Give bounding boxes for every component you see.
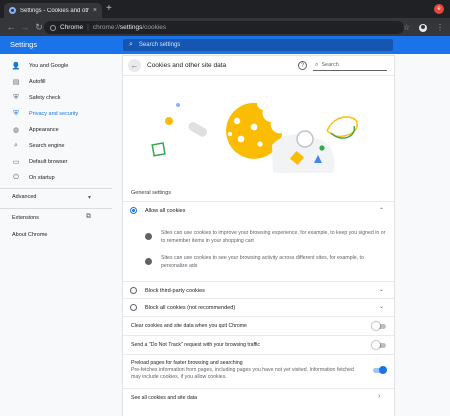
url-separator: | [87, 24, 89, 31]
sidebar-item-label: Default browser [29, 159, 68, 165]
block-third-party-label: Block third-party cookies [145, 288, 205, 294]
url-prefix: chrome:// [92, 24, 120, 31]
preload-toggle[interactable] [373, 366, 387, 374]
cookies-search-input[interactable]: ⌕ Search [313, 60, 387, 71]
chevron-down-icon[interactable]: ▾ [88, 194, 91, 201]
cookie-icon [145, 258, 152, 265]
sidebar-item-on-startup[interactable]: ⏻ On startup [0, 171, 120, 185]
sidebar-item-label: Search engine [29, 143, 65, 149]
search-placeholder: Search settings [138, 42, 181, 48]
sidebar-item-search-engine[interactable]: ⌕ Search engine [0, 139, 120, 153]
sidebar-item-you-and-google[interactable]: 👤 You and Google [0, 59, 120, 73]
preload-row[interactable]: Preload pages for faster browsing and se… [123, 354, 394, 388]
chevron-down-icon[interactable]: ⌄ [379, 286, 384, 293]
allow-all-radio[interactable] [130, 207, 137, 214]
sidebar-item-label: Appearance [29, 127, 59, 133]
avatar[interactable] [419, 23, 427, 32]
page-title: Settings [10, 40, 38, 49]
sidebar-item-autofill[interactable]: ▤ Autofill [0, 75, 120, 89]
sidebar-item-appearance[interactable]: ◍ Appearance [0, 123, 120, 137]
back-arrow-icon[interactable]: ← [128, 59, 141, 72]
divider [0, 188, 112, 189]
sidebar-advanced[interactable]: Advanced [12, 194, 36, 200]
card-header: ← Cookies and other site data ? ⌕ Search [123, 56, 394, 76]
do-not-track-toggle[interactable] [372, 341, 386, 349]
profile-badge[interactable]: e [434, 4, 444, 14]
search-icon: ⌕ [129, 41, 133, 48]
divider [0, 208, 112, 209]
browser-icon: ▭ [12, 159, 20, 166]
shield-lock-icon: ⛨ [13, 110, 19, 117]
block-third-party-radio[interactable] [130, 287, 137, 294]
site-info-icon[interactable] [50, 24, 56, 31]
sidebar-item-label: Autofill [29, 79, 46, 85]
chevron-up-icon[interactable]: ⌃ [379, 207, 384, 214]
toolbar-actions: ☆ ⋮ [403, 21, 444, 34]
block-all-label: Block all cookies (not recommended) [145, 305, 236, 311]
search-placeholder: Search [321, 62, 339, 68]
chevron-down-icon[interactable]: ⌄ [379, 303, 384, 310]
see-all-cookies-row[interactable]: See all cookies and site data › [123, 388, 394, 406]
clipboard-icon: ▤ [12, 79, 20, 86]
allow-all-description-1: Sites can use cookies to improve your br… [161, 230, 386, 244]
sidebar: 👤 You and Google ▤ Autofill ⛨ Safety che… [0, 54, 120, 416]
url-page: settings [119, 24, 143, 31]
close-tab-icon[interactable]: × [93, 7, 97, 14]
tab-strip: Settings - Cookies and oth × + e [0, 0, 450, 18]
sidebar-item-label: Privacy and security [29, 111, 79, 117]
forward-button[interactable]: → [18, 20, 32, 34]
cookies-card: ← Cookies and other site data ? ⌕ Search… [123, 56, 394, 416]
back-button[interactable]: ← [4, 20, 18, 34]
tab-settings[interactable]: Settings - Cookies and oth × [4, 3, 102, 18]
bookmark-star-icon[interactable]: ☆ [403, 23, 410, 32]
do-not-track-label: Send a "Do Not Track" request with your … [131, 342, 261, 348]
sidebar-extensions[interactable]: Extensions [12, 215, 39, 221]
allow-all-cookies-row[interactable]: Allow all cookies ⌃ Sites can use cookie… [123, 201, 394, 281]
chevron-right-icon[interactable]: › [378, 393, 380, 400]
block-third-party-row[interactable]: Block third-party cookies ⌄ [123, 281, 394, 298]
power-icon: ⏻ [13, 174, 19, 181]
block-all-row[interactable]: Block all cookies (not recommended) ⌄ [123, 298, 394, 316]
sidebar-item-label: You and Google [29, 63, 69, 69]
card-title: Cookies and other site data [147, 62, 227, 69]
settings-favicon-icon [9, 7, 16, 14]
sidebar-about-chrome[interactable]: About Chrome [12, 232, 47, 238]
sidebar-item-safety-check[interactable]: ⛨ Safety check [0, 91, 120, 105]
cookie-icon [145, 233, 152, 240]
block-all-radio[interactable] [130, 304, 137, 311]
clear-on-exit-label: Clear cookies and site data when you qui… [131, 323, 247, 329]
url-suffix: /cookies [142, 24, 167, 31]
do-not-track-row[interactable]: Send a "Do Not Track" request with your … [123, 335, 394, 354]
new-tab-button[interactable]: + [106, 4, 112, 14]
sidebar-item-privacy[interactable]: ⛨ Privacy and security [0, 107, 120, 121]
cookies-illustration [151, 102, 358, 173]
sidebar-item-label: On startup [29, 175, 55, 181]
search-icon: ⌕ [315, 61, 319, 68]
preload-description: Pre-fetches information from pages, incl… [131, 367, 354, 380]
clear-on-exit-row[interactable]: Clear cookies and site data when you qui… [123, 316, 394, 335]
allow-all-description-2: Sites can use cookies to see your browsi… [161, 255, 364, 269]
section-general-settings: General settings [131, 190, 172, 196]
help-icon[interactable]: ? [298, 61, 307, 70]
shield-icon: ⛨ [13, 94, 19, 101]
preload-title: Preload pages for faster browsing and se… [131, 360, 243, 366]
search-icon: ⌕ [14, 142, 18, 149]
menu-icon[interactable]: ⋮ [436, 23, 444, 32]
address-bar[interactable]: Chrome | chrome://settings/cookies [44, 21, 404, 34]
see-all-cookies-label: See all cookies and site data [131, 395, 198, 401]
clear-on-exit-toggle[interactable] [372, 322, 386, 330]
tab-title: Settings - Cookies and oth [20, 7, 89, 14]
open-in-new-icon[interactable]: ⧉ [86, 213, 91, 221]
allow-all-label: Allow all cookies [145, 208, 186, 214]
search-settings-input[interactable]: ⌕ Search settings [123, 39, 393, 51]
person-icon: 👤 [11, 63, 21, 70]
palette-icon: ◍ [12, 127, 20, 134]
url-path: chrome://settings/cookies [93, 24, 166, 31]
sidebar-item-label: Safety check [29, 95, 61, 101]
sidebar-item-default-browser[interactable]: ▭ Default browser [0, 155, 120, 169]
url-host: Chrome [60, 24, 84, 31]
